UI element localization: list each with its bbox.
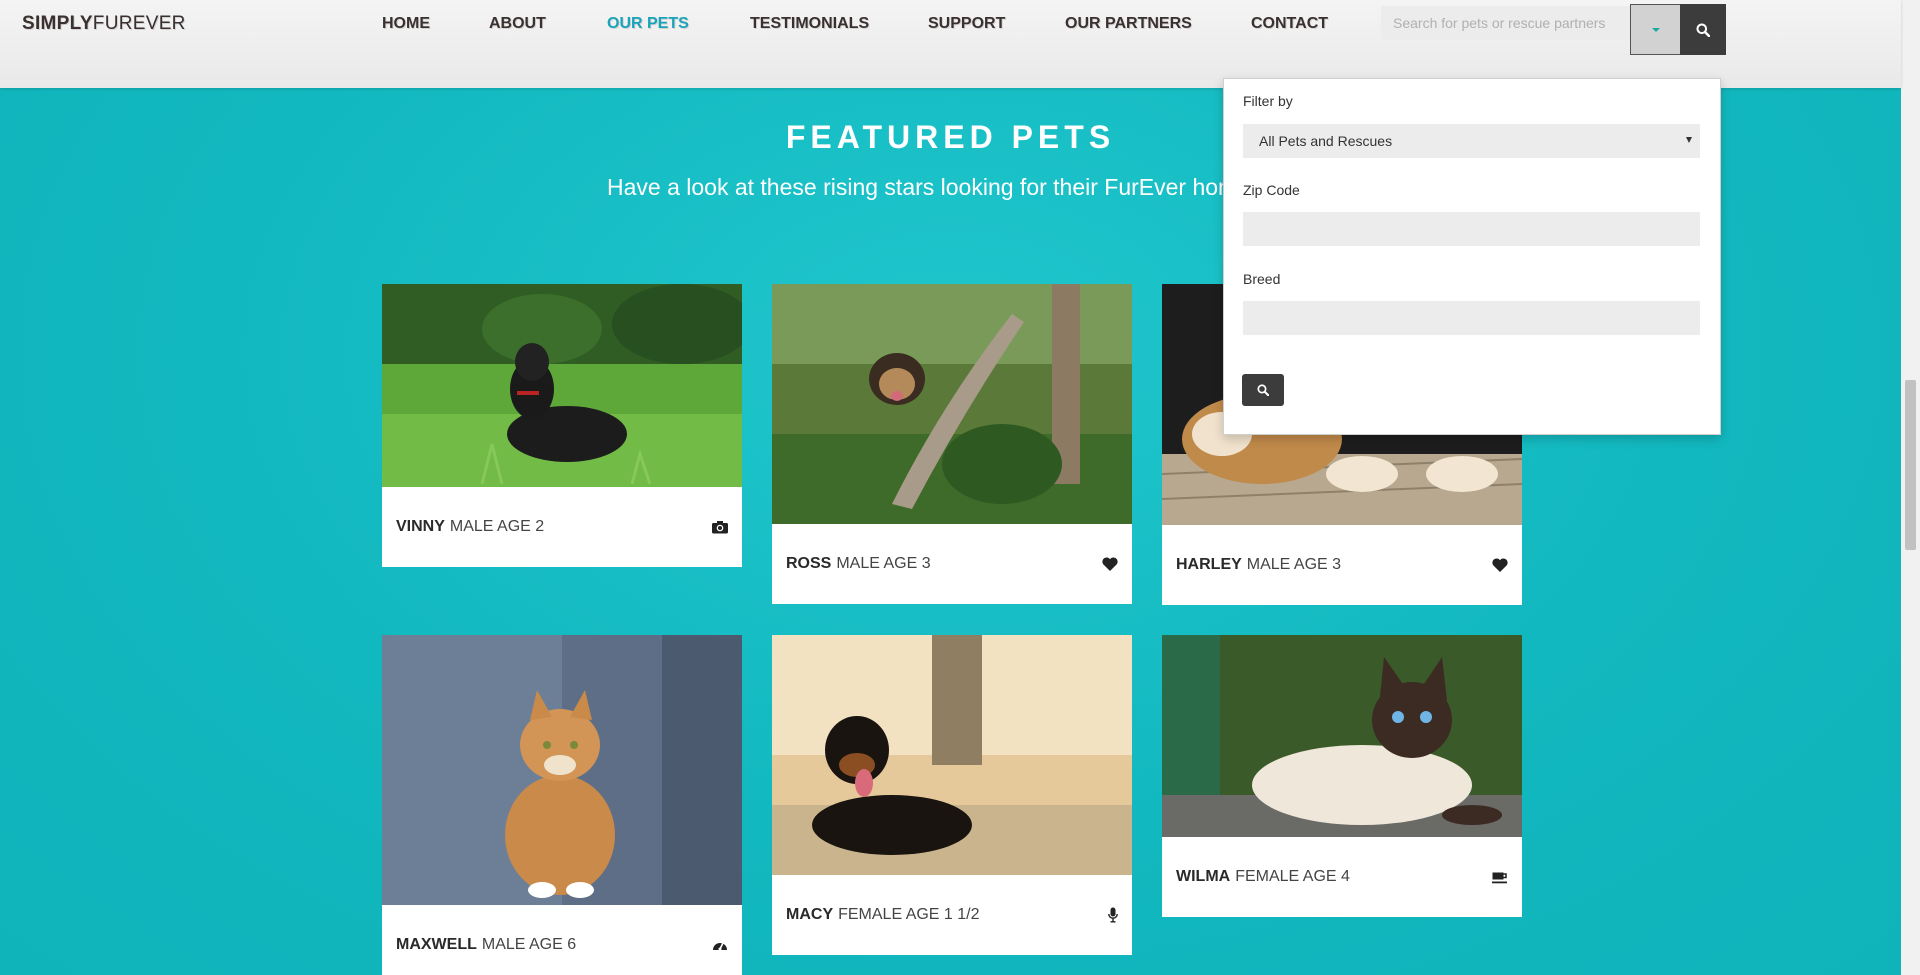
top-navbar: SIMPLYFUREVER HOME ABOUT OUR PETS TESTIM… [0, 0, 1901, 88]
search-icon [1696, 23, 1710, 37]
dog-photo [382, 284, 742, 487]
page-scrollbar[interactable] [1901, 0, 1920, 975]
pet-name: MACY [786, 906, 834, 923]
pet-caption: VINNY MALE AGE 2 [382, 487, 742, 567]
nav-contact[interactable]: CONTACT [1251, 15, 1328, 33]
filter-by-label: Filter by [1243, 93, 1293, 109]
dashboard-icon [713, 942, 727, 951]
pet-name: VINNY [396, 518, 445, 535]
pet-card-ross[interactable]: ROSS MALE AGE 3 [772, 284, 1132, 604]
search-icon [1257, 384, 1269, 396]
cat-photo [382, 635, 742, 905]
scrollbar-thumb[interactable] [1905, 380, 1916, 550]
zip-code-label: Zip Code [1243, 182, 1300, 198]
pet-caption: HARLEY MALE AGE 3 [1162, 525, 1522, 605]
heart-icon [1102, 557, 1118, 571]
pet-caption: ROSS MALE AGE 3 [772, 524, 1132, 604]
brand-regular: FUREVER [92, 13, 186, 34]
pet-caption: MACY FEMALE AGE 1 1/2 [772, 875, 1132, 955]
filter-dropdown-panel: Filter by All Pets and Rescues Zip Code … [1223, 78, 1721, 435]
dog-photo [772, 635, 1132, 875]
brand-bold: SIMPLY [22, 13, 93, 34]
cat-photo [1162, 635, 1522, 837]
pet-name: ROSS [786, 555, 832, 572]
pet-card-maxwell[interactable]: MAXWELL MALE AGE 6 [382, 635, 742, 975]
pet-name: MAXWELL [396, 936, 477, 953]
pet-details: FEMALE AGE 4 [1235, 868, 1350, 885]
filter-by-select[interactable]: All Pets and Rescues [1243, 124, 1700, 158]
pet-photo [772, 284, 1132, 524]
nav-our-pets[interactable]: OUR PETS [607, 15, 689, 33]
coffee-cup-icon [1492, 872, 1507, 884]
search-button[interactable] [1680, 4, 1726, 55]
pet-photo [382, 635, 742, 905]
zip-code-input[interactable] [1243, 212, 1700, 246]
breed-input[interactable] [1243, 301, 1700, 335]
nav-testimonials[interactable]: TESTIMONIALS [750, 15, 869, 33]
select-arrow-icon [1686, 137, 1692, 143]
pet-details: MALE AGE 2 [449, 518, 545, 535]
pet-name: WILMA [1176, 868, 1231, 885]
pet-photo [1162, 635, 1522, 837]
nav-home[interactable]: HOME [382, 15, 430, 33]
camera-icon [712, 521, 728, 534]
pet-card-vinny[interactable]: VINNY MALE AGE 2 [382, 284, 742, 567]
nav-about[interactable]: ABOUT [489, 15, 546, 33]
caret-down-icon [1651, 27, 1660, 32]
dog-photo [772, 284, 1132, 524]
pet-card-macy[interactable]: MACY FEMALE AGE 1 1/2 [772, 635, 1132, 955]
nav-our-partners[interactable]: OUR PARTNERS [1065, 15, 1192, 33]
pet-details: FEMALE AGE 1 1/2 [838, 906, 980, 923]
heart-icon [1492, 558, 1508, 572]
pet-details: MALE AGE 3 [836, 555, 931, 572]
pet-card-wilma[interactable]: WILMA FEMALE AGE 4 [1162, 635, 1522, 917]
pet-caption: WILMA FEMALE AGE 4 [1162, 837, 1522, 917]
pet-details: MALE AGE 3 [1246, 556, 1342, 573]
brand-logo[interactable]: SIMPLYFUREVER [22, 13, 186, 35]
pet-details: MALE AGE 6 [481, 936, 577, 953]
filter-dropdown-toggle[interactable] [1630, 4, 1680, 55]
pet-caption: MAXWELL MALE AGE 6 [382, 905, 742, 975]
filter-search-button[interactable] [1242, 374, 1284, 406]
search-input[interactable] [1381, 6, 1630, 40]
filter-by-value: All Pets and Rescues [1259, 133, 1393, 149]
microphone-icon [1108, 907, 1118, 923]
breed-label: Breed [1243, 271, 1281, 287]
nav-support[interactable]: SUPPORT [928, 15, 1005, 33]
section-subtitle: Have a look at these rising stars lookin… [607, 174, 1223, 200]
search-bar [1381, 4, 1726, 55]
pet-name: HARLEY [1176, 556, 1242, 573]
pet-photo [382, 284, 742, 487]
pet-photo [772, 635, 1132, 875]
